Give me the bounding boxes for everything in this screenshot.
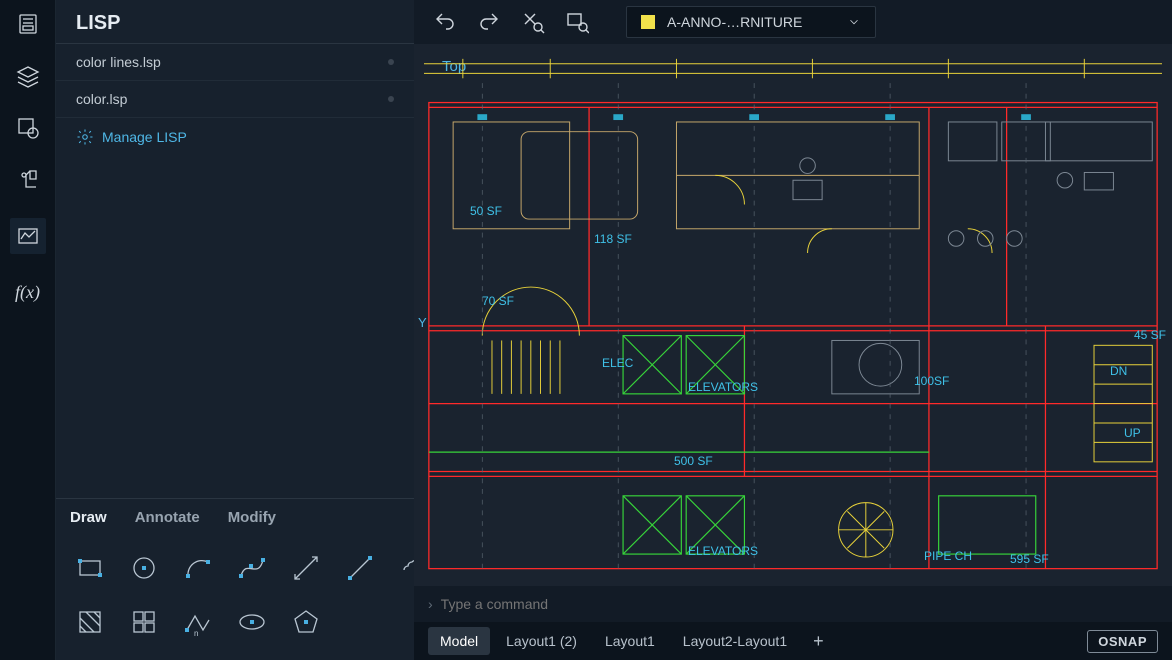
- layer-dropdown[interactable]: A-ANNO-…RNITURE: [626, 6, 876, 38]
- blocks-icon[interactable]: [14, 114, 42, 142]
- arc-tool[interactable]: [174, 544, 222, 592]
- manage-lisp-button[interactable]: Manage LISP: [56, 118, 414, 156]
- tab-annotate[interactable]: Annotate: [135, 509, 200, 526]
- panel-title: LISP: [56, 0, 414, 44]
- chevron-down-icon: [847, 15, 861, 29]
- lisp-file-label: color.lsp: [76, 91, 127, 107]
- layout-tab[interactable]: Layout1 (2): [494, 627, 589, 655]
- rectangle-tool[interactable]: [66, 544, 114, 592]
- properties-icon[interactable]: [14, 10, 42, 38]
- osnap-toggle[interactable]: OSNAP: [1087, 630, 1158, 653]
- room-label: ELEVATORS: [688, 380, 758, 394]
- drawing-canvas[interactable]: Top Y: [414, 44, 1172, 586]
- main-area: A-ANNO-…RNITURE Top Y: [414, 0, 1172, 660]
- room-label: 595 SF: [1010, 552, 1049, 566]
- room-label: PIPE CH: [924, 549, 972, 563]
- circle-tool[interactable]: [120, 544, 168, 592]
- top-toolbar: A-ANNO-…RNITURE: [414, 0, 1172, 44]
- draw-tool-grid: n: [56, 536, 414, 660]
- attach-icon[interactable]: [14, 166, 42, 194]
- layers-icon[interactable]: [14, 62, 42, 90]
- floorplan-svg: [424, 54, 1162, 578]
- room-label: ELEVATORS: [688, 544, 758, 558]
- trace-icon[interactable]: [10, 218, 46, 254]
- lisp-file-item[interactable]: color.lsp: [56, 81, 414, 118]
- status-dot-icon: [388, 96, 394, 102]
- line-tool[interactable]: [336, 544, 384, 592]
- table-tool[interactable]: [120, 598, 168, 646]
- room-label: 100SF: [914, 374, 949, 388]
- xline-tool[interactable]: [282, 544, 330, 592]
- layout-tab-model[interactable]: Model: [428, 627, 490, 655]
- manage-lisp-label: Manage LISP: [102, 129, 187, 145]
- room-label: UP: [1124, 426, 1141, 440]
- room-label: 50 SF: [470, 204, 502, 218]
- fx-icon[interactable]: f(x): [14, 278, 42, 306]
- tool-tabs: Draw Annotate Modify n: [56, 498, 414, 660]
- add-layout-button[interactable]: +: [803, 629, 834, 654]
- tab-modify[interactable]: Modify: [228, 509, 276, 526]
- svg-text:n: n: [194, 629, 198, 638]
- spline-tool[interactable]: [228, 544, 276, 592]
- zoom-window-button[interactable]: [564, 9, 590, 35]
- room-label: 500 SF: [674, 454, 713, 468]
- undo-button[interactable]: [432, 9, 458, 35]
- room-label: 70 SF: [482, 294, 514, 308]
- layout-tab[interactable]: Layout1: [593, 627, 667, 655]
- lisp-file-item[interactable]: color lines.lsp: [56, 44, 414, 81]
- polyline-tool[interactable]: n: [174, 598, 222, 646]
- room-label: 45 SF: [1134, 328, 1166, 342]
- layout-tab[interactable]: Layout2-Layout1: [671, 627, 799, 655]
- command-input[interactable]: [441, 596, 1158, 612]
- command-bar: ›: [414, 586, 1172, 622]
- ellipse-tool[interactable]: [228, 598, 276, 646]
- gear-icon: [76, 128, 94, 146]
- command-prompt-icon: ›: [428, 596, 433, 612]
- hatch-tool[interactable]: [66, 598, 114, 646]
- redo-button[interactable]: [476, 9, 502, 35]
- layout-tab-bar: Model Layout1 (2) Layout1 Layout2-Layout…: [414, 622, 1172, 660]
- layer-color-swatch: [641, 15, 655, 29]
- layer-name-label: A-ANNO-…RNITURE: [667, 14, 802, 30]
- room-label: 118 SF: [594, 232, 632, 246]
- left-rail: f(x): [0, 0, 56, 660]
- room-label: DN: [1110, 364, 1127, 378]
- polygon-tool[interactable]: [282, 598, 330, 646]
- left-panel: LISP color lines.lsp color.lsp Manage LI…: [56, 0, 414, 660]
- zoom-extents-button[interactable]: [520, 9, 546, 35]
- tab-draw[interactable]: Draw: [70, 509, 107, 526]
- room-label: ELEC: [602, 356, 633, 370]
- status-dot-icon: [388, 59, 394, 65]
- lisp-file-label: color lines.lsp: [76, 54, 161, 70]
